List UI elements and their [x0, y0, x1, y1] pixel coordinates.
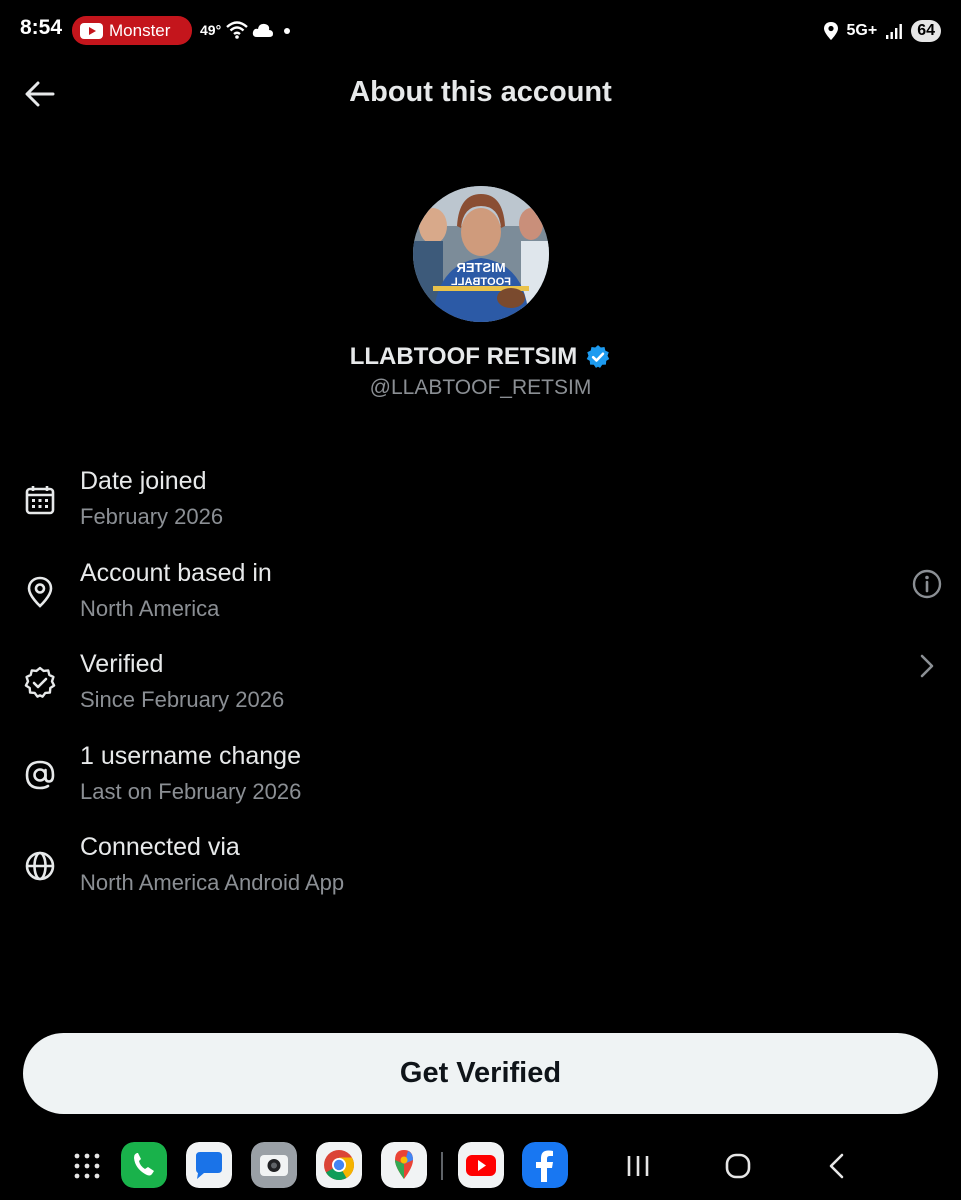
network-type: 5G+: [846, 22, 878, 39]
info-icon[interactable]: [911, 568, 943, 600]
chrome-app-icon[interactable]: [316, 1142, 362, 1188]
app-drawer-icon[interactable]: [72, 1151, 102, 1181]
notification-dot-icon: [284, 28, 290, 34]
get-verified-button[interactable]: Get Verified: [23, 1033, 938, 1114]
list-item-date-joined: Date joined February 2026: [0, 462, 961, 554]
list-item-subtitle: February 2026: [80, 504, 224, 529]
get-verified-label: Get Verified: [399, 1057, 562, 1089]
list-item-title: Account based in: [80, 558, 272, 587]
chevron-right-icon: [920, 654, 934, 678]
youtube-icon: [80, 22, 103, 39]
status-time: 8:54: [20, 16, 63, 39]
list-item-subtitle: Since February 2026: [80, 687, 285, 712]
list-item-title: Verified: [80, 650, 164, 678]
globe-icon: [25, 851, 55, 881]
page-title: About this account: [349, 76, 612, 108]
profile-display-name: LLABTOOF RETSIM: [349, 343, 578, 370]
list-item-title: Date joined: [80, 467, 207, 495]
profile-handle: @LLABTOOF_RETSIM: [369, 376, 592, 399]
cloud-icon: [252, 23, 273, 37]
at-sign-icon: [25, 760, 55, 789]
youtube-app-icon[interactable]: [458, 1142, 504, 1188]
list-item-title: Connected via: [80, 833, 240, 861]
verified-badge-icon: [586, 345, 610, 368]
list-item-verified[interactable]: Verified Since February 2026: [0, 645, 961, 737]
avatar-jersey-line2: FOOTBALL: [451, 276, 511, 288]
phone-app-icon[interactable]: [121, 1142, 167, 1188]
account-info-list: Date joined February 2026 Account based …: [0, 462, 961, 920]
maps-app-icon[interactable]: [381, 1142, 427, 1188]
avatar-jersey-line1: MISTER: [456, 260, 506, 275]
header: About this account: [0, 62, 961, 126]
recents-nav-icon[interactable]: [620, 1148, 656, 1184]
status-bar: 8:54 Monster 49° 5G+ 64: [0, 0, 961, 62]
signal-icon: [886, 24, 903, 39]
list-item-subtitle: North America: [80, 595, 220, 621]
back-nav-icon[interactable]: [820, 1148, 856, 1184]
location-pin-icon: [27, 576, 53, 608]
messages-app-icon[interactable]: [186, 1142, 232, 1188]
battery-level: 64: [911, 20, 941, 42]
avatar-image: MISTER FOOTBALL: [413, 186, 549, 322]
dock-divider: [441, 1152, 443, 1180]
taskbar-dock: [0, 1138, 961, 1194]
avatar[interactable]: MISTER FOOTBALL: [413, 186, 549, 322]
status-right: 5G+ 64: [823, 18, 941, 44]
notification-pill-label: Monster: [109, 20, 171, 40]
list-item-subtitle: North America Android App: [80, 870, 345, 895]
status-temperature: 49°: [200, 22, 222, 38]
list-item-account-based-in: Account based in North America: [0, 554, 961, 646]
notification-pill[interactable]: Monster: [72, 16, 192, 45]
home-nav-icon[interactable]: [720, 1148, 756, 1184]
camera-app-icon[interactable]: [251, 1142, 297, 1188]
list-item-title: 1 username change: [80, 741, 301, 770]
location-status-icon: [823, 22, 838, 40]
verified-check-icon: [24, 666, 56, 698]
calendar-icon: [25, 486, 55, 515]
facebook-app-icon[interactable]: [522, 1142, 568, 1188]
list-item-subtitle: Last on February 2026: [80, 778, 302, 804]
wifi-icon: [226, 21, 248, 39]
profile-name-row: LLABTOOF RETSIM: [0, 343, 961, 371]
list-item-connected-via: Connected via North America Android App: [0, 828, 961, 920]
list-item-username-changes: 1 username change Last on February 2026: [0, 737, 961, 829]
